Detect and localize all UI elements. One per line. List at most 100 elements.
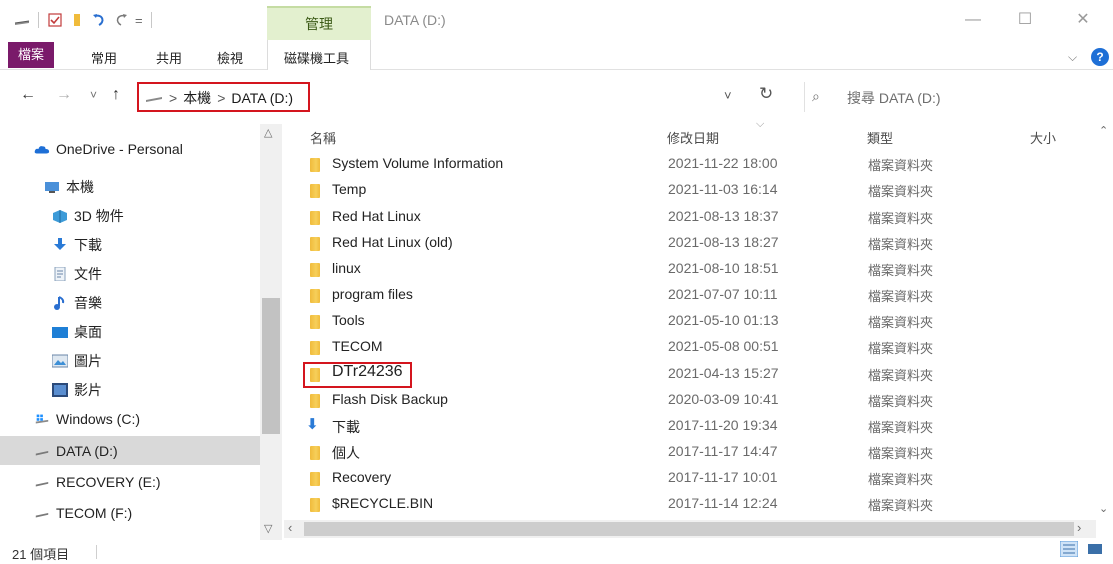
file-modified-date: 2017-11-17 10:01 [668,469,778,485]
scroll-up-icon[interactable]: ⌃ [1099,124,1108,137]
file-name: Recovery [332,469,392,485]
column-header-modified[interactable]: 修改日期 [667,128,719,147]
column-header-name[interactable]: 名稱 [310,128,336,147]
table-row[interactable]: Tools 2021-05-10 01:13 檔案資料夾 [300,308,1100,334]
tab-drive-tools[interactable]: 磁碟機工具 [267,40,371,70]
file-modified-date: 2021-05-08 00:51 [668,338,779,354]
drive-icon [35,512,49,517]
sidebar-item-3d-objects[interactable]: 3D 物件 [0,201,260,230]
sidebar-item-music[interactable]: 音樂 [0,288,260,317]
column-header-size[interactable]: 大小 [1030,128,1056,147]
properties-check-icon[interactable] [47,12,63,28]
table-row[interactable]: linux 2021-08-10 18:51 檔案資料夾 [300,256,1100,282]
breadcrumb-separator: > [169,90,178,106]
address-breadcrumb[interactable]: > 本機 > DATA (D:) [145,88,293,108]
breadcrumb-this-pc[interactable]: 本機 [183,88,211,108]
table-row[interactable]: 個人 2017-11-17 14:47 檔案資料夾 [300,439,1100,465]
videos-icon [52,382,68,397]
sidebar-item-label: RECOVERY (E:) [56,473,161,490]
forward-button[interactable]: → [56,86,72,104]
sidebar-item-desktop[interactable]: 桌面 [0,317,260,346]
new-folder-icon[interactable] [69,12,85,28]
file-name: Temp [332,181,367,197]
minimize-button[interactable]: — [950,8,996,32]
tab-view[interactable]: 檢視 [217,48,243,67]
sidebar-item-pictures[interactable]: 圖片 [0,346,260,375]
sidebar-item-recovery-e[interactable]: RECOVERY (E:) [0,467,260,496]
search-icon: ⌕ [812,88,820,104]
sidebar-item-downloads[interactable]: 下載 [0,230,260,259]
table-row[interactable]: System Volume Information 2021-11-22 18:0… [300,151,1100,177]
sidebar-item-data-d[interactable]: DATA (D:) [0,436,260,465]
sidebar-item-this-pc[interactable]: 本機 [0,172,260,201]
file-type: 檔案資料夾 [868,315,934,330]
ribbon-tabs: 檔案 常用 共用 檢視 磁碟機工具 [0,40,1113,70]
table-row[interactable]: Flash Disk Backup 2020-03-09 10:41 檔案資料夾 [300,387,1100,413]
scroll-left-icon[interactable]: ‹ [288,520,292,535]
folder-icon [310,158,320,172]
recent-locations-button[interactable]: ˅ [90,88,97,102]
item-count: 21 個項目 [12,547,70,562]
download-icon [54,237,66,250]
table-row[interactable]: program files 2021-07-07 10:11 檔案資料夾 [300,282,1100,308]
file-name: TECOM [332,338,383,354]
large-icons-view-icon[interactable] [1086,541,1104,557]
tab-share[interactable]: 共用 [156,48,182,67]
nav-scroll-up-icon[interactable]: △ [264,126,272,139]
address-dropdown-button[interactable]: ˅ [724,88,732,103]
content-scrollbar[interactable] [1096,124,1113,516]
file-type: 檔案資料夾 [868,341,934,356]
file-name: 個人 [332,445,360,461]
table-row[interactable]: Temp 2021-11-03 16:14 檔案資料夾 [300,177,1100,203]
customize-dropdown-icon[interactable]: = [135,13,143,28]
maximize-button[interactable]: ☐ [1002,8,1048,32]
file-name: Tools [332,312,365,328]
tab-home[interactable]: 常用 [91,48,117,67]
scroll-right-icon[interactable]: › [1077,520,1081,535]
help-icon[interactable]: ? [1091,48,1109,66]
nav-scrollbar-thumb[interactable] [262,298,280,434]
status-separator [96,545,97,559]
scroll-down-icon[interactable]: ⌄ [1099,502,1108,515]
file-modified-date: 2021-11-22 18:00 [668,155,778,171]
window-title: DATA (D:) [384,12,446,28]
tab-file[interactable]: 檔案 [8,42,54,68]
sidebar-item-documents[interactable]: 文件 [0,259,260,288]
folder-icon [310,341,320,355]
column-header-type[interactable]: 類型 [867,128,893,147]
up-button[interactable]: ↑ [112,86,120,104]
table-row[interactable]: Recovery 2017-11-17 10:01 檔案資料夾 [300,465,1100,491]
refresh-button[interactable]: ↻ [759,84,773,104]
folder-icon [310,498,320,512]
search-input[interactable]: 搜尋 DATA (D:) [847,88,941,108]
manage-context-tab[interactable]: 管理 [267,6,371,40]
expand-ribbon-chevron-icon[interactable]: ⌵ [1068,50,1077,65]
table-row[interactable]: DTr24236 2021-04-13 15:27 檔案資料夾 [300,361,1100,387]
drive-icon[interactable] [14,12,30,28]
back-button[interactable]: ← [20,86,36,104]
details-view-icon[interactable] [1060,541,1078,557]
breadcrumb-data-drive[interactable]: DATA (D:) [231,90,293,106]
file-name: $RECYCLE.BIN [332,495,434,511]
sidebar-item-windows-c[interactable]: Windows (C:) [0,404,260,433]
sidebar-item-tecom-f[interactable]: TECOM (F:) [0,498,260,527]
windows-drive-icon [35,414,49,423]
sidebar-item-videos[interactable]: 影片 [0,375,260,404]
horizontal-scrollbar-thumb[interactable] [304,522,1074,536]
file-name: linux [332,260,361,276]
download-icon: ⬇ [306,416,319,433]
file-type: 檔案資料夾 [868,184,934,199]
table-row[interactable]: $RECYCLE.BIN 2017-11-14 12:24 檔案資料夾 [300,491,1100,517]
undo-icon[interactable] [91,12,107,28]
file-type: 檔案資料夾 [868,289,934,304]
redo-icon[interactable] [113,12,129,28]
table-row[interactable]: Red Hat Linux (old) 2021-08-13 18:27 檔案資料夾 [300,230,1100,256]
sidebar-item-onedrive[interactable]: OneDrive - Personal [0,134,260,163]
table-row[interactable]: TECOM 2021-05-08 00:51 檔案資料夾 [300,334,1100,360]
table-row[interactable]: Red Hat Linux 2021-08-13 18:37 檔案資料夾 [300,204,1100,230]
table-row[interactable]: ⬇ 下載 2017-11-20 19:34 檔案資料夾 [300,413,1100,439]
file-name: 下載 [332,419,360,435]
file-modified-date: 2021-08-13 18:37 [668,208,779,224]
nav-scroll-down-icon[interactable]: ▽ [264,522,272,535]
close-button[interactable]: ✕ [1060,8,1106,32]
